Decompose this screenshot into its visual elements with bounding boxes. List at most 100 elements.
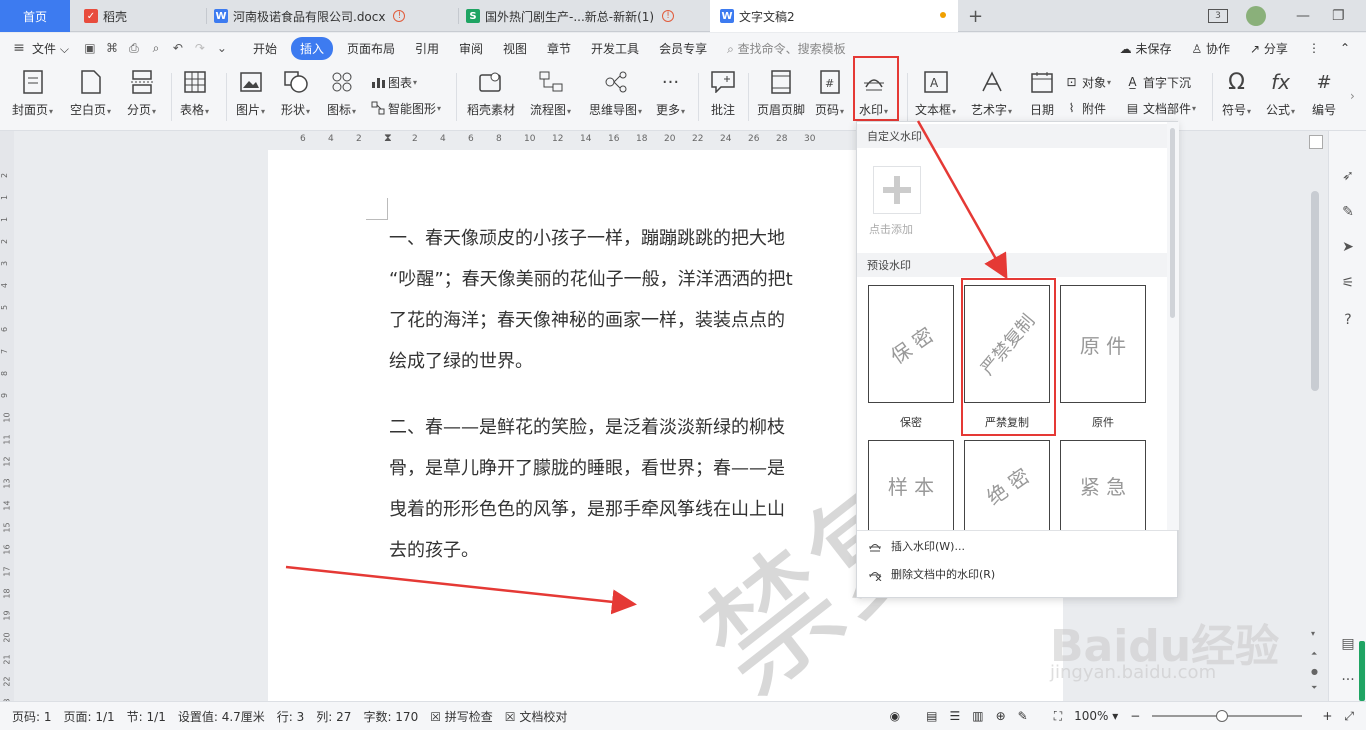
settings-sliders-icon[interactable]: ⚟ [1339,274,1357,292]
textbox-button[interactable]: A 文本框▾ [915,69,956,127]
tab-doc1[interactable]: W 河南极诺食品有限公司.docx ! [214,0,434,32]
cursor-icon[interactable]: ➤ [1339,238,1357,256]
ribbon-scroll-right-icon[interactable]: › [1350,89,1355,103]
table-button[interactable]: 表格▾ [180,69,209,127]
attachment-button[interactable]: ⌇ 附件 [1064,98,1106,118]
insert-watermark-item[interactable]: 插入水印(W)... [867,535,965,557]
tab-sheet1[interactable]: S 国外热门剧生产-...新总-新新(1) ! [466,0,686,32]
flowchart-button[interactable]: 流程图▾ [530,69,571,127]
icon-button[interactable]: 图标▾ [327,69,356,127]
pen-icon[interactable]: ✎ [1339,203,1357,221]
zoom-select[interactable]: 100% ▾ [1074,709,1118,723]
share-button[interactable]: ↗ 分享 [1240,40,1298,57]
fit-page-icon[interactable]: ⛶ [1054,709,1062,724]
preset-watermark-sample[interactable]: 样 本 [868,440,954,530]
menu-view[interactable]: 视图 [493,40,537,57]
select-browse-icon[interactable]: ● [1311,667,1318,676]
zoom-slider[interactable] [1152,710,1303,722]
avatar[interactable] [1246,6,1266,26]
remove-watermark-item[interactable]: 删除文档中的水印(R) [867,563,995,585]
zoom-in-button[interactable]: + [1322,709,1332,723]
indent-marker-icon[interactable]: ⧗ [384,131,392,145]
scroll-split-icon[interactable] [1309,135,1323,149]
web-view-icon[interactable]: ⊕ [996,709,1006,723]
header-footer-button[interactable]: 页眉页脚 [757,69,805,127]
menu-references[interactable]: 引用 [405,40,449,57]
new-tab-button[interactable]: + [968,0,988,32]
file-menu[interactable]: 文件 ⌵ [30,40,79,57]
paragraph-2[interactable]: 二、春——是鲜花的笑脸，是泛着淡淡新绿的柳枝 骨，是草儿睁开了朦胧的睡眼，看世界… [389,407,869,571]
document-tool-icon[interactable]: ▤ [1339,635,1357,653]
mindmap-button[interactable]: 思维导图▾ [589,69,642,127]
add-custom-watermark-button[interactable] [873,166,921,214]
collab-button[interactable]: ♙ 协作 [1181,40,1240,57]
preset-watermark-urgent[interactable]: 紧 急 [1060,440,1146,530]
tab-count-icon[interactable]: 3 [1208,9,1228,23]
save-icon[interactable]: ▣ [83,41,97,55]
status-pages[interactable]: 页面: 1/1 [64,708,115,725]
page-break-button[interactable]: 分页▾ [127,69,156,127]
docpart-button[interactable]: ▤ 文档部件 ▾ [1125,98,1196,118]
fullscreen-icon[interactable]: ⤢ [1344,709,1354,724]
vertical-scrollbar[interactable]: ▾ ⏶ ● ⏷ [1306,131,1326,701]
eye-protect-icon[interactable]: ◉ [890,709,900,723]
hamburger-icon[interactable]: ≡ [12,40,26,56]
shape-button[interactable]: 形状▾ [281,69,310,127]
tab-active-doc[interactable]: W 文字文稿2 [710,0,958,32]
rocket-icon[interactable]: ➶ [1339,167,1357,185]
smartart-button[interactable]: 智能图形 ▾ [370,98,441,118]
page-number-button[interactable]: # 页码▾ [815,69,844,127]
menu-review[interactable]: 审阅 [449,40,493,57]
print-icon[interactable]: ⎙ [127,41,141,55]
status-row[interactable]: 行: 3 [277,708,305,725]
more-menu-icon[interactable]: ⋮ [1298,41,1330,55]
picture-button[interactable]: 图片▾ [236,69,265,127]
collapse-ribbon-icon[interactable]: ⌃ [1330,41,1360,55]
menu-insert[interactable]: 插入 [290,36,333,60]
zoom-out-button[interactable]: − [1130,709,1140,723]
restore-icon[interactable]: ❐ [1332,8,1345,24]
status-setting[interactable]: 设置值: 4.7厘米 [178,708,265,725]
zoom-thumb[interactable] [1216,710,1229,722]
page-view-icon[interactable]: ▤ [926,709,937,723]
status-section[interactable]: 节: 1/1 [127,708,166,725]
formula-button[interactable]: fx 公式▾ [1266,69,1295,127]
menu-section[interactable]: 章节 [537,40,581,57]
menu-page-layout[interactable]: 页面布局 [337,40,405,57]
more-button[interactable]: ··· 更多▾ [656,69,685,127]
undo-icon[interactable]: ↶ [171,41,185,55]
comment-button[interactable]: 批注 [710,69,736,127]
scroll-down-icon[interactable]: ▾ [1311,629,1315,638]
dropcap-button[interactable]: A̲ 首字下沉 [1125,72,1191,92]
spell-check-button[interactable]: ☒ 拼写检查 [430,708,493,725]
popup-scrollbar[interactable] [1167,122,1179,530]
tab-daoke[interactable]: ✓ 稻壳 [84,0,204,32]
help-icon[interactable]: ? [1339,311,1357,329]
menu-devtools[interactable]: 开发工具 [581,40,649,57]
cover-page-button[interactable]: 封面页▾ [12,69,53,127]
more-icon[interactable]: ··· [1339,671,1357,689]
status-col[interactable]: 列: 27 [316,708,351,725]
menu-member[interactable]: 会员专享 [649,40,717,57]
menu-start[interactable]: 开始 [243,40,287,57]
prev-page-icon[interactable]: ⏶ [1311,649,1317,659]
scroll-thumb[interactable] [1311,191,1319,391]
redo-icon[interactable]: ↷ [193,41,207,55]
object-button[interactable]: ⊡ 对象 ▾ [1064,72,1111,92]
read-view-icon[interactable]: ▥ [972,709,983,723]
outline-view-icon[interactable]: ☰ [949,709,960,723]
date-button[interactable]: 日期 [1029,69,1055,127]
status-words[interactable]: 字数: 170 [363,708,418,725]
numbering-button[interactable]: # 编号 [1311,69,1337,127]
preset-watermark-baomi[interactable]: 保 密 [868,285,954,403]
popup-scroll-thumb[interactable] [1170,128,1175,318]
customize-icon[interactable]: ⌄ [215,41,229,55]
daoke-material-button[interactable]: 稻壳素材 [467,69,515,127]
chart-button[interactable]: 图表 ▾ [370,72,417,92]
status-page[interactable]: 页码: 1 [12,708,52,725]
wordart-button[interactable]: 艺术字▾ [971,69,1012,127]
symbol-button[interactable]: Ω 符号▾ [1222,69,1251,127]
blank-page-button[interactable]: 空白页▾ [70,69,111,127]
minimize-icon[interactable]: — [1296,8,1310,24]
paragraph-1[interactable]: 一、春天像顽皮的小孩子一样，蹦蹦跳跳的把大地 “吵醒”；春天像美丽的花仙子一般，… [389,218,869,382]
